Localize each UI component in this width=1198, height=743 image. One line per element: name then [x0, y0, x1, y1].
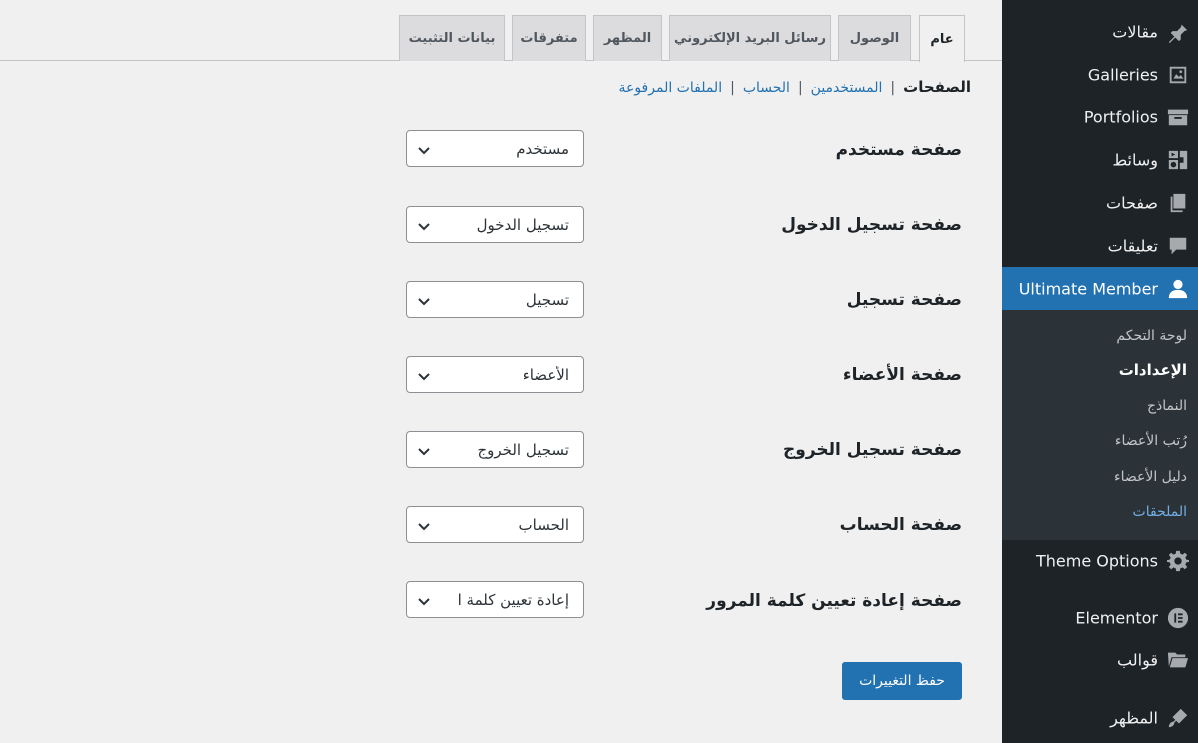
save-changes-button[interactable]: حفظ التغييرات [842, 662, 962, 700]
gear-icon [1166, 549, 1190, 573]
user-icon [1166, 277, 1190, 301]
subnav-separator: | [730, 80, 735, 96]
media-icon [1166, 148, 1190, 172]
select-value: الحساب [518, 515, 570, 534]
chevron-down-icon [417, 143, 431, 155]
sidebar-item-comments[interactable]: تعليقات [1002, 226, 1198, 266]
chevron-down-icon [417, 369, 431, 381]
tab-misc[interactable]: متفرقات [512, 15, 586, 61]
ultimate-member-submenu: لوحة التحكم الإعدادات النماذج رُتب الأعض… [1002, 310, 1198, 540]
pin-icon [1166, 20, 1190, 44]
select-value: تسجيل الدخول [476, 215, 569, 234]
chevron-down-icon [417, 519, 431, 531]
tab-emails[interactable]: رسائل البريد الإلكتروني [669, 15, 831, 61]
tab-appearance[interactable]: المظهر [593, 15, 662, 61]
register-page-label: صفحة تسجيل [846, 290, 962, 310]
sidebar-item-label: وسائط [1112, 150, 1158, 170]
password-reset-page-label: صفحة إعادة تعيين كلمة المرور [706, 591, 962, 611]
submenu-item-settings[interactable]: الإعدادات [1119, 361, 1187, 379]
tab-access[interactable]: الوصول [838, 15, 911, 61]
user-page-label: صفحة مستخدم [835, 140, 962, 160]
tab-general[interactable]: عام [919, 15, 965, 62]
folder-icon [1166, 648, 1190, 672]
sidebar-item-theme-options[interactable]: Theme Options [1002, 541, 1198, 581]
sidebar-item-label: المظهر [1110, 708, 1158, 728]
appearance-icon [1166, 706, 1190, 730]
members-page-label: صفحة الأعضاء [842, 365, 962, 385]
sidebar-item-pages[interactable]: صفحات [1002, 183, 1198, 223]
chevron-down-icon [417, 594, 431, 606]
sidebar-item-galleries[interactable]: Galleries [1002, 55, 1198, 95]
gallery-icon [1166, 63, 1190, 87]
subnav-current: الصفحات [903, 78, 971, 96]
account-page-label: صفحة الحساب [839, 515, 962, 535]
login-page-select[interactable]: تسجيل الدخول [406, 206, 584, 243]
chevron-down-icon [417, 444, 431, 456]
select-value: تسجيل الخروج [477, 440, 569, 459]
sidebar-item-label: صفحات [1106, 193, 1158, 213]
comment-icon [1166, 234, 1190, 258]
sidebar-item-label: مقالات [1112, 22, 1158, 42]
sidebar-item-appearance[interactable]: المظهر [1002, 698, 1198, 738]
sidebar-item-label: Ultimate Member [1018, 279, 1158, 298]
submenu-item-extensions[interactable]: الملحقات [1133, 504, 1187, 520]
main-content: عام الوصول رسائل البريد الإلكتروني المظه… [0, 0, 1002, 743]
sidebar-item-posts[interactable]: مقالات [1002, 12, 1198, 52]
account-page-select[interactable]: الحساب [406, 506, 584, 543]
sidebar-item-label: Galleries [1087, 65, 1158, 85]
sidebar-item-ultimate-member[interactable]: Ultimate Member [1002, 267, 1198, 310]
select-value: إعادة تعيين كلمة ا [457, 590, 569, 609]
portfolio-icon [1166, 105, 1190, 129]
submenu-item-dashboard[interactable]: لوحة التحكم [1116, 328, 1187, 344]
pages-subnav: الصفحات | المستخدمين | الحساب | الملفات المرفو… [618, 78, 971, 96]
sidebar-item-label: Elementor [1075, 608, 1158, 628]
submenu-item-member-directory[interactable]: دليل الأعضاء [1114, 469, 1187, 485]
elementor-icon [1166, 606, 1190, 630]
sidebar-item-portfolios[interactable]: Portfolios [1002, 97, 1198, 137]
sidebar-item-label: قوالب [1117, 650, 1158, 670]
submenu-item-member-roles[interactable]: رُتب الأعضاء [1115, 433, 1187, 449]
select-value: تسجيل [525, 290, 569, 309]
pages-icon [1166, 191, 1190, 215]
password-reset-page-select[interactable]: إعادة تعيين كلمة ا [406, 581, 584, 618]
tab-install-info[interactable]: بيانات التثبيت [399, 15, 505, 61]
sidebar-item-label: Portfolios [1083, 107, 1158, 127]
chevron-down-icon [417, 294, 431, 306]
subnav-link-uploads[interactable]: الملفات المرفوعة [618, 80, 722, 96]
chevron-down-icon [417, 219, 431, 231]
subnav-separator: | [797, 80, 803, 96]
submenu-item-forms[interactable]: النماذج [1147, 398, 1187, 414]
members-page-select[interactable]: الأعضاء [406, 356, 584, 393]
select-value: مستخدم [516, 139, 569, 158]
sidebar-item-label: تعليقات [1107, 236, 1158, 256]
subnav-link-users[interactable]: المستخدمين [811, 80, 883, 96]
subnav-separator: | [890, 80, 896, 96]
select-value: الأعضاء [522, 365, 569, 384]
sidebar-item-media[interactable]: وسائط [1002, 140, 1198, 180]
register-page-select[interactable]: تسجيل [406, 281, 584, 318]
login-page-label: صفحة تسجيل الدخول [781, 215, 962, 235]
sidebar-item-templates[interactable]: قوالب [1002, 640, 1198, 680]
admin-sidebar: مقالات Galleries Portfolios وسائط صفحات … [1002, 0, 1198, 743]
sidebar-item-label: Theme Options [1035, 551, 1158, 571]
sidebar-item-elementor[interactable]: Elementor [1002, 598, 1198, 638]
subnav-link-account[interactable]: الحساب [743, 80, 790, 96]
user-page-select[interactable]: مستخدم [406, 130, 584, 167]
logout-page-label: صفحة تسجيل الخروج [783, 440, 962, 460]
logout-page-select[interactable]: تسجيل الخروج [406, 431, 584, 468]
